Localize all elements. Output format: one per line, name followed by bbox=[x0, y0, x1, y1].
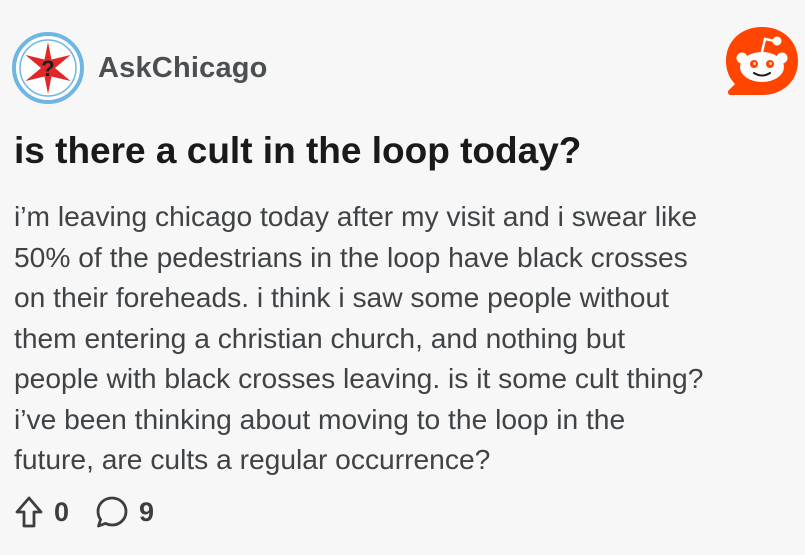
post-body-line: i’m leaving chicago today after my visit… bbox=[14, 200, 698, 232]
chicago-star-icon[interactable]: ? bbox=[12, 32, 84, 104]
comments-button[interactable]: 9 bbox=[95, 495, 154, 529]
post-body: i’m leaving chicago today after my visit… bbox=[14, 196, 799, 480]
post-actions: 0 9 bbox=[14, 492, 154, 532]
post-body-line: future, are cults a regular occurrence? bbox=[14, 443, 491, 475]
avatar-glyph: ? bbox=[41, 56, 54, 81]
upvote-count: 0 bbox=[54, 496, 70, 527]
post-card: ? AskChicago is there a cult in the loop… bbox=[0, 0, 805, 555]
post-body-line: people with black crosses leaving. is it… bbox=[14, 362, 704, 394]
upvote-arrow-icon[interactable] bbox=[14, 495, 44, 529]
post-body-line: i’ve been thinking about moving to the l… bbox=[14, 402, 626, 435]
comment-count: 9 bbox=[139, 496, 155, 527]
post-body-line: on their foreheads. i think i saw some p… bbox=[14, 281, 669, 313]
post-body-line: 50% of the pedestrians in the loop have … bbox=[14, 240, 688, 273]
post-title[interactable]: is there a cult in the loop today? bbox=[14, 128, 794, 174]
comment-bubble-icon[interactable] bbox=[95, 495, 129, 529]
post-body-line: them entering a christian church, and no… bbox=[14, 321, 626, 354]
subreddit-name[interactable]: AskChicago bbox=[98, 52, 268, 85]
reddit-logo-icon bbox=[726, 27, 798, 95]
upvote-button[interactable]: 0 bbox=[14, 495, 69, 529]
post-header: ? AskChicago bbox=[12, 28, 268, 108]
